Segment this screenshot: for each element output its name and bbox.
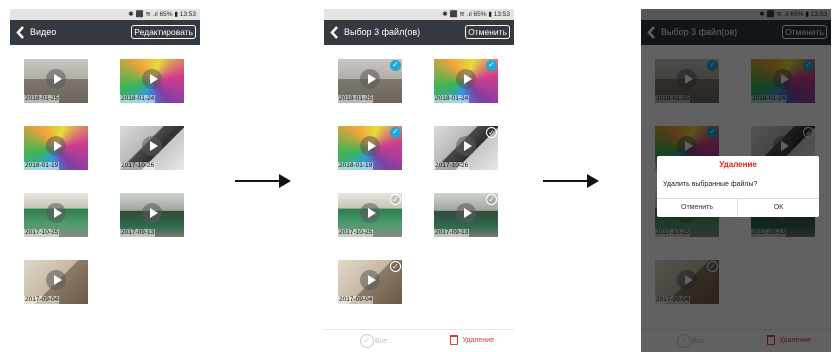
- play-icon[interactable]: [360, 270, 380, 290]
- delete-dialog: Удаление Удалить выбранные файлы? Отмени…: [657, 156, 819, 217]
- video-thumbnail[interactable]: 2017-10-25: [24, 193, 88, 237]
- select-all-check-icon: ✓: [360, 334, 374, 348]
- checked-checkbox-icon[interactable]: ✓: [486, 60, 497, 71]
- video-date-label: 2017-10-26: [434, 162, 470, 170]
- video-grid: 2018-01-25✓2018-01-24✓2018-01-19✓2017-10…: [324, 45, 514, 352]
- play-icon[interactable]: [46, 270, 66, 290]
- checked-checkbox-icon[interactable]: ✓: [390, 127, 401, 138]
- status-bar: ✱ ⬛ ≋ .ıl 65% ▮ 13:53: [324, 9, 514, 20]
- app-bar: Видео Редактировать: [10, 20, 200, 45]
- unchecked-checkbox-icon[interactable]: ✓: [486, 127, 497, 138]
- video-thumbnail[interactable]: 2017-09-13: [120, 193, 184, 237]
- dialog-message: Удалить выбранные файлы?: [663, 181, 758, 188]
- play-icon[interactable]: [142, 203, 162, 223]
- play-icon[interactable]: [360, 203, 380, 223]
- app-bar: Выбор 3 файл(ов) Отменить: [324, 20, 514, 45]
- phone-screen-video-list: ✱ ⬛ ≋ .ıl 65% ▮ 13:53 Видео Редактироват…: [10, 9, 200, 352]
- video-thumbnail[interactable]: 2017-09-04: [24, 260, 88, 304]
- dialog-ok-button[interactable]: ОК: [738, 199, 819, 217]
- trash-icon: [450, 335, 459, 346]
- play-icon[interactable]: [360, 69, 380, 89]
- play-icon[interactable]: [46, 136, 66, 156]
- play-icon[interactable]: [46, 69, 66, 89]
- phone-screen-selection: ✱ ⬛ ≋ .ıl 65% ▮ 13:53 Выбор 3 файл(ов) О…: [324, 9, 514, 352]
- video-thumbnail[interactable]: 2018-01-19: [24, 126, 88, 170]
- video-thumbnail[interactable]: 2018-01-25 ✓: [338, 59, 402, 103]
- selection-count-title: Выбор 3 файл(ов): [344, 27, 421, 37]
- dialog-title: Удаление: [719, 160, 757, 169]
- video-date-label: 2017-10-25: [338, 229, 374, 237]
- delete-label: Удаление: [462, 337, 494, 344]
- play-icon[interactable]: [142, 136, 162, 156]
- delete-button[interactable]: Удаление: [450, 334, 494, 348]
- video-thumbnail[interactable]: 2017-09-04 ✓: [338, 260, 402, 304]
- play-icon[interactable]: [456, 203, 476, 223]
- bottom-action-bar: ✓Все Удаление: [324, 329, 514, 352]
- video-thumbnail[interactable]: 2018-01-25: [24, 59, 88, 103]
- play-icon[interactable]: [142, 69, 162, 89]
- video-date-label: 2017-10-26: [120, 162, 156, 170]
- video-thumbnail[interactable]: 2017-10-25 ✓: [338, 193, 402, 237]
- play-icon[interactable]: [360, 136, 380, 156]
- video-date-label: 2017-09-13: [434, 229, 470, 237]
- video-date-label: 2018-01-25: [24, 95, 60, 103]
- video-date-label: 2018-01-24: [120, 95, 156, 103]
- video-date-label: 2018-01-19: [338, 162, 374, 170]
- page-title: Видео: [30, 27, 57, 37]
- video-date-label: 2017-09-13: [120, 229, 156, 237]
- dialog-actions: Отменить ОК: [657, 198, 819, 217]
- status-bar: ✱ ⬛ ≋ .ıl 65% ▮ 13:53: [10, 9, 200, 20]
- video-date-label: 2018-01-24: [434, 95, 470, 103]
- video-thumbnail[interactable]: 2018-01-24 ✓: [434, 59, 498, 103]
- cancel-selection-button[interactable]: Отменить: [465, 25, 510, 39]
- edit-button[interactable]: Редактировать: [131, 25, 196, 39]
- unchecked-checkbox-icon[interactable]: ✓: [486, 194, 497, 205]
- select-all-button[interactable]: ✓ Все: [360, 334, 387, 349]
- video-thumbnail[interactable]: 2018-01-19 ✓: [338, 126, 402, 170]
- video-thumbnail[interactable]: 2017-10-26: [120, 126, 184, 170]
- play-icon[interactable]: [46, 203, 66, 223]
- video-thumbnail[interactable]: 2018-01-24: [120, 59, 184, 103]
- flow-arrow-2: [543, 174, 599, 188]
- video-date-label: 2018-01-25: [338, 95, 374, 103]
- checked-checkbox-icon[interactable]: ✓: [390, 60, 401, 71]
- video-date-label: 2017-09-04: [338, 296, 374, 304]
- video-thumbnail[interactable]: 2017-09-13 ✓: [434, 193, 498, 237]
- back-arrow-icon[interactable]: [15, 26, 27, 39]
- unchecked-checkbox-icon[interactable]: ✓: [390, 261, 401, 272]
- select-all-label: Все: [375, 337, 388, 345]
- unchecked-checkbox-icon[interactable]: ✓: [390, 194, 401, 205]
- video-date-label: 2018-01-19: [24, 162, 60, 170]
- phone-screen-delete-dialog: ✱ ⬛ ≋ .ıl 65% ▮ 13:53 Выбор 3 файл(ов) О…: [641, 9, 831, 352]
- dialog-cancel-button[interactable]: Отменить: [657, 199, 738, 217]
- back-arrow-icon[interactable]: [329, 26, 341, 39]
- video-thumbnail[interactable]: 2017-10-26 ✓: [434, 126, 498, 170]
- play-icon[interactable]: [456, 136, 476, 156]
- flow-arrow-1: [235, 174, 291, 188]
- video-date-label: 2017-10-25: [24, 229, 60, 237]
- video-grid: 2018-01-25 2018-01-24 2018-01-19 2017-10-26…: [10, 45, 200, 352]
- play-icon[interactable]: [456, 69, 476, 89]
- video-date-label: 2017-09-04: [24, 296, 60, 304]
